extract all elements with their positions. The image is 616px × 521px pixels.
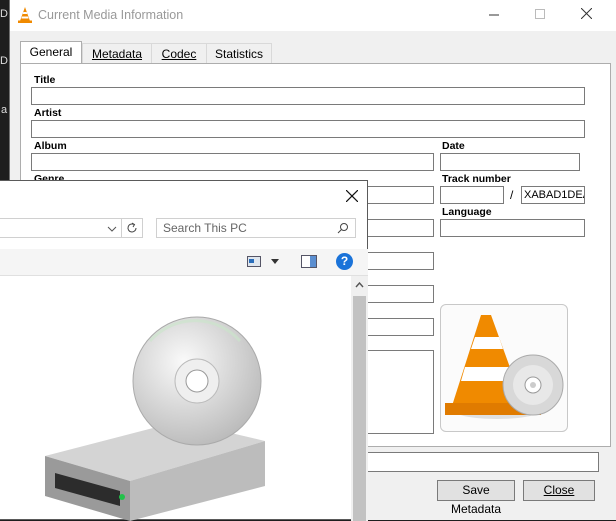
background-fragment: a (1, 104, 8, 116)
preview-pane-icon[interactable] (301, 255, 317, 268)
background-fragment: D (0, 8, 8, 20)
tab-statistics[interactable]: Statistics (206, 43, 272, 64)
command-bar: ? (0, 249, 368, 276)
title-bar: Current Media Information (10, 0, 616, 31)
refresh-button[interactable] (121, 218, 143, 238)
minimize-icon (489, 14, 499, 16)
close-icon (345, 189, 359, 203)
tab-general[interactable]: General (20, 41, 82, 65)
vertical-scrollbar[interactable] (351, 276, 368, 521)
close-window-button[interactable] (568, 4, 604, 26)
track-total-field[interactable]: XABAD1DEA (521, 186, 585, 204)
date-field[interactable] (440, 153, 580, 171)
disc-drive-icon (45, 316, 265, 521)
scrollbar-thumb[interactable] (353, 296, 366, 521)
maximize-icon (535, 9, 545, 19)
search-placeholder: Search This PC (163, 221, 247, 235)
album-label: Album (34, 140, 67, 152)
close-button[interactable]: Close (523, 480, 595, 501)
album-field[interactable] (31, 153, 434, 171)
artwork-frame (440, 304, 568, 432)
tab-codec[interactable]: Codec (151, 43, 207, 64)
address-bar[interactable] (0, 218, 122, 238)
artist-field[interactable] (31, 120, 585, 138)
language-label: Language (442, 206, 492, 218)
title-field[interactable] (31, 87, 585, 105)
chevron-down-icon[interactable] (107, 225, 117, 233)
title-label: Title (34, 74, 56, 86)
scroll-up-icon[interactable] (355, 282, 364, 288)
help-button[interactable]: ? (336, 253, 353, 270)
search-icon (337, 223, 348, 234)
track-number-label: Track number (442, 173, 511, 185)
close-icon (580, 7, 592, 20)
search-box[interactable]: Search This PC (156, 218, 356, 238)
minimize-button[interactable] (476, 4, 512, 26)
close-explorer-button[interactable] (340, 185, 364, 207)
view-options-icon[interactable] (247, 256, 261, 267)
vlc-artwork-icon (445, 315, 564, 419)
background-fragment: D (0, 55, 8, 67)
tab-metadata[interactable]: Metadata (82, 43, 152, 64)
track-number-field[interactable] (440, 186, 504, 204)
language-field[interactable] (440, 219, 585, 237)
date-label: Date (442, 140, 465, 152)
artist-label: Artist (34, 107, 62, 119)
chevron-down-icon[interactable] (271, 259, 279, 264)
window-title: Current Media Information (38, 8, 184, 22)
track-separator: / (510, 188, 514, 202)
refresh-icon (127, 222, 137, 233)
maximize-button[interactable] (522, 4, 558, 26)
explorer-window: Search This PC ? (0, 180, 368, 521)
vlc-cone-icon (18, 7, 32, 23)
help-icon: ? (340, 254, 349, 268)
save-metadata-button[interactable]: Save Metadata (437, 480, 515, 516)
